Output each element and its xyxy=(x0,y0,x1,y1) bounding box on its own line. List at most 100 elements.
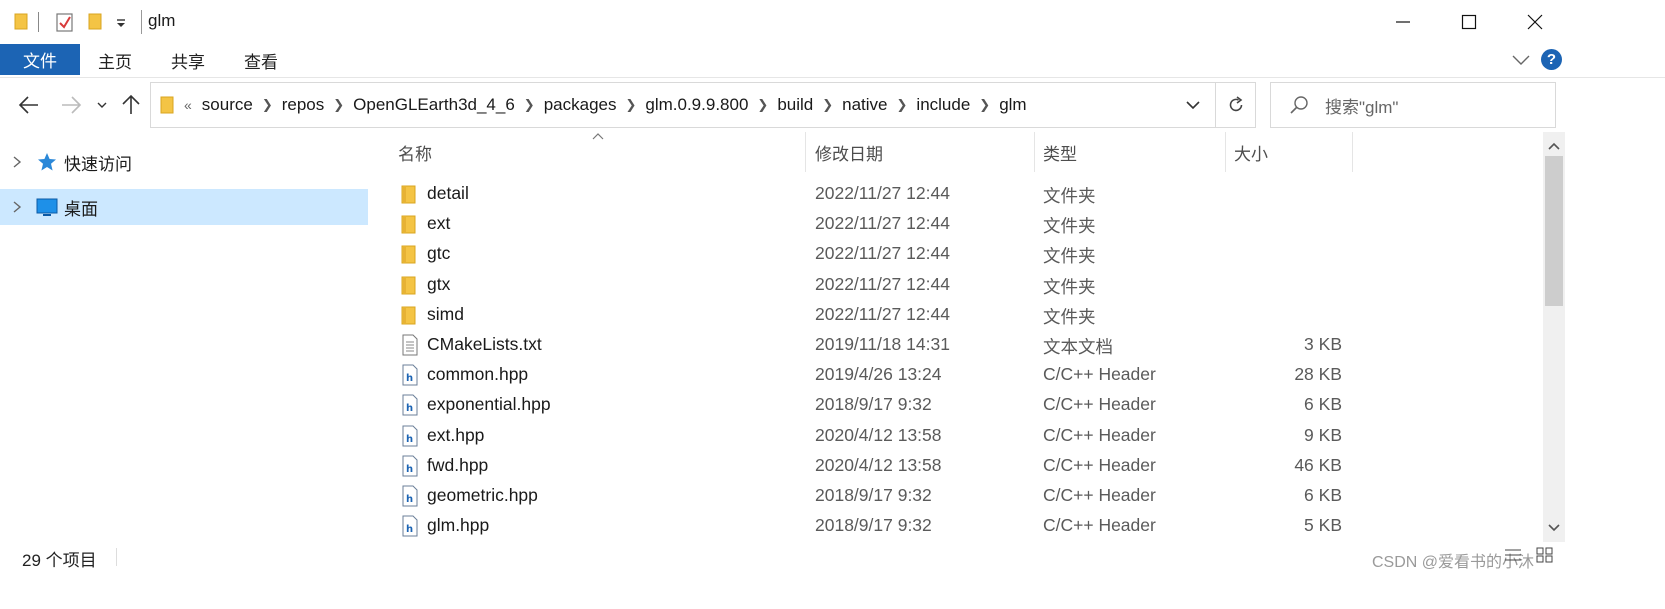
recent-locations-icon[interactable] xyxy=(92,92,112,118)
scrollbar-thumb[interactable] xyxy=(1545,156,1563,306)
breadcrumb-segment[interactable]: OpenGLEarth3d_4_6 xyxy=(353,95,515,115)
column-header-name[interactable]: 名称 xyxy=(398,140,432,165)
file-type: C/C++ Header xyxy=(1043,364,1156,385)
folder-icon xyxy=(401,185,416,204)
breadcrumb-arrow-icon[interactable]: ❯ xyxy=(524,97,535,113)
file-date: 2019/4/26 13:24 xyxy=(815,364,942,385)
file-date: 2022/11/27 12:44 xyxy=(815,273,950,294)
chevron-right-icon[interactable] xyxy=(10,200,24,214)
scroll-down-icon[interactable] xyxy=(1546,520,1562,536)
folder-icon xyxy=(401,245,416,264)
nav-item-quick-access[interactable]: 快速访问 xyxy=(0,144,368,180)
file-date: 2022/11/27 12:44 xyxy=(815,303,950,324)
file-name: geometric.hpp xyxy=(427,485,538,505)
svg-text:h: h xyxy=(406,403,413,414)
large-icons-view-button[interactable] xyxy=(1530,540,1560,570)
header-file-icon: h xyxy=(402,394,418,416)
details-view-button[interactable] xyxy=(1498,540,1528,570)
breadcrumb-segment[interactable]: build xyxy=(777,95,813,115)
column-divider[interactable] xyxy=(805,132,806,172)
tab-share[interactable]: 共享 xyxy=(171,48,205,73)
minimize-button[interactable] xyxy=(1370,0,1436,44)
column-divider[interactable] xyxy=(1225,132,1226,172)
customize-toolbar-icon[interactable] xyxy=(114,13,128,31)
breadcrumb-segment[interactable]: native xyxy=(842,95,887,115)
column-divider[interactable] xyxy=(1352,132,1353,172)
breadcrumb-segment[interactable]: source xyxy=(202,95,253,115)
scroll-up-icon[interactable] xyxy=(1546,138,1562,154)
file-row[interactable]: h glm.hpp 2018/9/17 9:32 C/C++ Header 5 KB xyxy=(398,511,1538,541)
chevron-right-icon[interactable] xyxy=(10,155,24,169)
file-row[interactable]: detail 2022/11/27 12:44 文件夹 xyxy=(398,179,1538,209)
item-count: 29 个项目 xyxy=(22,551,97,570)
file-row[interactable]: h geometric.hpp 2018/9/17 9:32 C/C++ Header… xyxy=(398,481,1538,511)
header-file-icon: h xyxy=(402,485,418,507)
breadcrumb-arrow-icon[interactable]: ❯ xyxy=(822,97,833,113)
folder-icon xyxy=(401,215,416,234)
file-date: 2018/9/17 9:32 xyxy=(815,485,932,505)
file-row[interactable]: CMakeLists.txt 2019/11/18 14:31 文本文档 3 KB xyxy=(398,330,1538,360)
properties-icon[interactable] xyxy=(56,12,74,32)
file-date: 2022/11/27 12:44 xyxy=(815,243,950,264)
file-row[interactable]: gtx 2022/11/27 12:44 文件夹 xyxy=(398,270,1538,300)
header-file-icon: h xyxy=(402,364,418,386)
large-icons-view-icon xyxy=(1536,547,1553,563)
file-row[interactable]: h fwd.hpp 2020/4/12 13:58 C/C++ Header 46 KB xyxy=(398,451,1538,481)
status-separator xyxy=(116,548,117,566)
close-button[interactable] xyxy=(1502,0,1568,44)
breadcrumb-arrow-icon[interactable]: ❯ xyxy=(757,97,768,113)
file-size: 6 KB xyxy=(1304,485,1342,505)
folder-icon xyxy=(160,96,174,114)
column-divider[interactable] xyxy=(1034,132,1035,172)
file-name: gtx xyxy=(427,273,451,294)
tab-view[interactable]: 查看 xyxy=(244,48,278,73)
breadcrumb-segment[interactable]: glm.0.9.9.800 xyxy=(645,95,748,115)
file-row[interactable]: h ext.hpp 2020/4/12 13:58 C/C++ Header 9 KB xyxy=(398,421,1538,451)
breadcrumb-arrow-icon[interactable]: ❯ xyxy=(262,97,273,113)
column-header-date[interactable]: 修改日期 xyxy=(815,140,883,165)
file-date: 2019/11/18 14:31 xyxy=(815,334,950,354)
new-folder-icon[interactable] xyxy=(88,13,102,30)
tab-file[interactable]: 文件 xyxy=(0,44,80,75)
text-file-icon xyxy=(402,334,418,356)
tab-home[interactable]: 主页 xyxy=(98,48,132,73)
file-name: common.hpp xyxy=(427,364,529,385)
back-icon[interactable] xyxy=(16,92,42,118)
breadcrumb-segment[interactable]: repos xyxy=(282,95,325,115)
breadcrumb-arrow-icon[interactable]: ❯ xyxy=(625,97,636,113)
maximize-button[interactable] xyxy=(1436,0,1502,44)
overflow-chevron[interactable]: « xyxy=(184,97,192,113)
help-button[interactable]: ? xyxy=(1541,49,1562,70)
nav-item-label: 快速访问 xyxy=(64,154,132,174)
refresh-icon xyxy=(1229,96,1242,112)
refresh-button[interactable] xyxy=(1216,82,1256,128)
file-type: 文件夹 xyxy=(1043,186,1096,206)
address-dropdown-icon[interactable] xyxy=(1182,96,1204,114)
breadcrumb-arrow-icon[interactable]: ❯ xyxy=(333,97,344,113)
breadcrumb-segment[interactable]: glm xyxy=(999,95,1026,115)
file-name: fwd.hpp xyxy=(427,454,489,475)
file-date: 2018/9/17 9:32 xyxy=(815,394,932,415)
file-type: 文件夹 xyxy=(1043,306,1096,327)
file-date: 2018/9/17 9:32 xyxy=(815,515,932,536)
file-row[interactable]: ext 2022/11/27 12:44 文件夹 xyxy=(398,209,1538,239)
breadcrumb-arrow-icon[interactable]: ❯ xyxy=(897,97,908,113)
up-icon[interactable] xyxy=(118,92,144,118)
breadcrumb-arrow-icon[interactable]: ❯ xyxy=(979,97,990,113)
breadcrumb-segment[interactable]: include xyxy=(916,95,970,115)
forward-icon[interactable] xyxy=(58,92,84,118)
file-row[interactable]: simd 2022/11/27 12:44 文件夹 xyxy=(398,300,1538,330)
nav-item-desktop[interactable]: 桌面 xyxy=(0,189,368,225)
title-separator xyxy=(141,10,142,34)
column-header-type[interactable]: 类型 xyxy=(1043,140,1077,165)
expand-ribbon-icon[interactable] xyxy=(1510,52,1532,68)
breadcrumb-segment[interactable]: packages xyxy=(544,95,617,115)
file-row[interactable]: gtc 2022/11/27 12:44 文件夹 xyxy=(398,239,1538,269)
file-row[interactable]: h exponential.hpp 2018/9/17 9:32 C/C++ Head… xyxy=(398,390,1538,420)
search-box[interactable]: 搜索"glm" xyxy=(1270,82,1556,128)
close-icon xyxy=(1527,14,1543,30)
file-date: 2020/4/12 13:58 xyxy=(815,424,942,445)
search-placeholder[interactable]: 搜索"glm" xyxy=(1325,93,1398,118)
column-header-size[interactable]: 大小 xyxy=(1234,140,1268,165)
file-row[interactable]: h common.hpp 2019/4/26 13:24 C/C++ Header 28… xyxy=(398,360,1538,390)
